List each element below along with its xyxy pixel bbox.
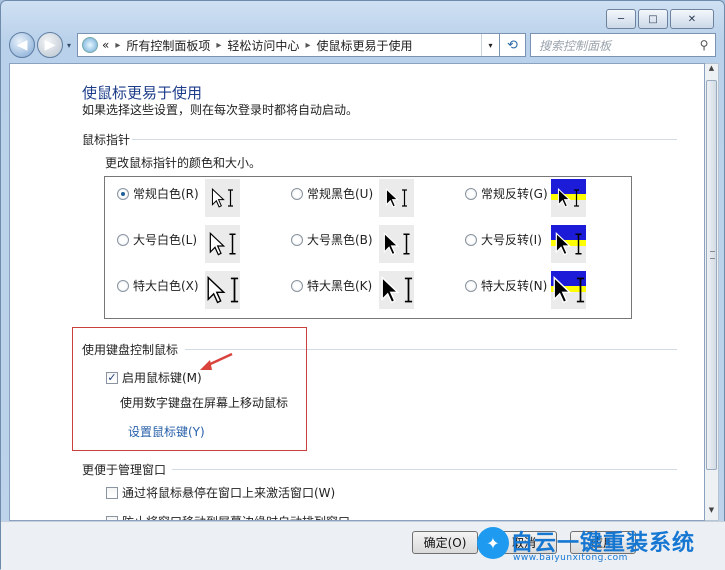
snap-prevent-label[interactable]: 防止将窗口移动到屏幕边缘时自动排列窗口 [122, 513, 350, 520]
pointer-scheme-label[interactable]: 常规白色(R) [133, 185, 199, 202]
radio-button[interactable] [291, 233, 303, 246]
pointer-scheme-label[interactable]: 特大白色(X) [133, 277, 199, 294]
scrollbar-thumb[interactable] [706, 80, 717, 470]
ok-button[interactable]: 确定(O) [412, 531, 478, 554]
breadcrumb-overflow[interactable]: « [102, 38, 109, 52]
pointer-scheme-option[interactable]: 特大黑色(K) [291, 277, 372, 294]
settings-content: 使鼠标更易于使用 如果选择这些设置，则在每次登录时都将自动启动。 鼠标指针 更改… [9, 63, 705, 521]
pointer-scheme-option[interactable]: 常规黑色(U) [291, 185, 373, 202]
pointer-preview-icon [379, 225, 414, 263]
bird-logo-icon: ✦ [477, 527, 509, 559]
search-placeholder: 搜索控制面板 [539, 38, 612, 53]
breadcrumb-separator-icon[interactable]: ▸ [305, 40, 310, 51]
hover-activate-checkbox-box[interactable] [106, 486, 118, 499]
back-button[interactable]: ◀ [9, 32, 35, 58]
page-title: 使鼠标更易于使用 [82, 84, 203, 102]
scroll-up-icon[interactable]: ▲ [705, 64, 718, 78]
maximize-button[interactable]: □ [638, 9, 668, 29]
pointer-scheme-box: 常规白色(R) 常规黑色(U) 常规反转(G) 大号白色(L) 大号黑色(B) 大号反转(… [104, 176, 632, 319]
breadcrumb-all-items[interactable]: 所有控制面板项 [126, 37, 210, 54]
hover-activate-label[interactable]: 通过将鼠标悬停在窗口上来激活窗口(W) [122, 484, 335, 501]
watermark-url: www.baiyunxitong.com [513, 553, 628, 563]
pointer-scheme-label[interactable]: 大号反转(I) [481, 231, 542, 248]
pointer-preview-icon [551, 179, 586, 217]
search-input[interactable]: 搜索控制面板 ⚲ [530, 33, 716, 57]
pointer-preview-icon [379, 179, 414, 217]
pointer-scheme-label[interactable]: 常规反转(G) [481, 185, 548, 202]
recent-pages-dropdown[interactable]: ▾ [63, 41, 75, 50]
pointer-scheme-label[interactable]: 大号黑色(B) [307, 231, 373, 248]
pointer-scheme-label[interactable]: 特大反转(N) [481, 277, 547, 294]
caption-buttons: ─ □ ✕ [606, 9, 714, 29]
control-panel-icon [82, 37, 98, 53]
vertical-scrollbar[interactable]: ▲ ▼ [705, 63, 719, 521]
control-panel-window: ─ □ ✕ ◀ ▶ ▾ « ▸ 所有控制面板项 ▸ 轻松访问中心 ▸ 使鼠标更易… [0, 0, 725, 570]
breadcrumb-current-page[interactable]: 使鼠标更易于使用 [316, 37, 412, 54]
pointer-scheme-label[interactable]: 特大黑色(K) [307, 277, 372, 294]
radio-button[interactable] [291, 187, 303, 200]
radio-button[interactable] [465, 233, 477, 246]
pointer-scheme-option[interactable]: 大号黑色(B) [291, 231, 373, 248]
pointer-preview-icon [551, 225, 586, 263]
section-divider [172, 469, 677, 470]
radio-button[interactable] [465, 279, 477, 292]
forward-button[interactable]: ▶ [37, 32, 63, 58]
breadcrumb-separator-icon[interactable]: ▸ [115, 40, 120, 51]
pointer-section-title: 鼠标指针 [82, 133, 131, 147]
pointer-scheme-option[interactable]: 大号白色(L) [117, 231, 197, 248]
windows-section-title: 更便于管理窗口 [82, 463, 167, 477]
address-bar[interactable]: « ▸ 所有控制面板项 ▸ 轻松访问中心 ▸ 使鼠标更易于使用 ▾ [77, 33, 500, 57]
radio-button[interactable] [465, 187, 477, 200]
breadcrumb-ease-of-access[interactable]: 轻松访问中心 [227, 37, 299, 54]
breadcrumb-separator-icon[interactable]: ▸ [216, 40, 221, 51]
pointer-scheme-label[interactable]: 常规黑色(U) [307, 185, 373, 202]
radio-button[interactable] [291, 279, 303, 292]
pointer-scheme-option[interactable]: 常规反转(G) [465, 185, 548, 202]
annotation-arrow-icon [200, 352, 233, 370]
radio-button[interactable] [117, 233, 129, 246]
pointer-scheme-option[interactable]: 大号反转(I) [465, 231, 542, 248]
pointer-scheme-option[interactable]: 特大白色(X) [117, 277, 199, 294]
navigation-bar: ◀ ▶ ▾ « ▸ 所有控制面板项 ▸ 轻松访问中心 ▸ 使鼠标更易于使用 ▾ … [9, 31, 716, 59]
radio-button[interactable] [117, 279, 129, 292]
snap-prevent-checkbox[interactable]: 防止将窗口移动到屏幕边缘时自动排列窗口 [106, 513, 350, 520]
pointer-preview-icon [205, 225, 240, 263]
thumb-grip-icon [710, 251, 715, 259]
pointer-preview-icon [379, 271, 414, 309]
pointer-scheme-label[interactable]: 大号白色(L) [133, 231, 197, 248]
pointer-preview-icon [205, 179, 240, 217]
pointer-description: 更改鼠标指针的颜色和大小。 [105, 156, 262, 170]
minimize-button[interactable]: ─ [606, 9, 636, 29]
refresh-button[interactable]: ⟲ [500, 33, 526, 57]
hover-activate-checkbox[interactable]: 通过将鼠标悬停在窗口上来激活窗口(W) [106, 484, 335, 501]
pointer-preview-icon [205, 271, 240, 309]
pointer-preview-icon [551, 271, 586, 309]
pointer-scheme-option[interactable]: 特大反转(N) [465, 277, 547, 294]
search-icon[interactable]: ⚲ [693, 38, 715, 52]
address-dropdown-icon[interactable]: ▾ [481, 34, 499, 56]
site-watermark: ✦ 白云一键重装系统 www.baiyunxitong.com [471, 521, 725, 570]
pointer-scheme-option[interactable]: 常规白色(R) [117, 185, 199, 202]
section-divider [132, 139, 677, 140]
scroll-down-icon[interactable]: ▼ [705, 506, 718, 520]
close-button[interactable]: ✕ [670, 9, 714, 29]
radio-button[interactable] [117, 187, 129, 200]
page-subtitle: 如果选择这些设置，则在每次登录时都将自动启动。 [82, 103, 359, 117]
annotation-highlight-box [72, 327, 307, 451]
